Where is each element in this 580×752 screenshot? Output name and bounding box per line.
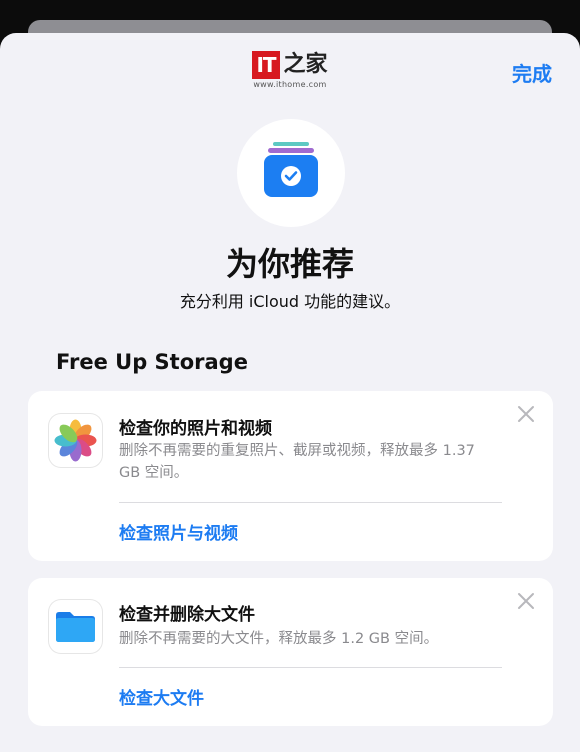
section-heading: Free Up Storage [56, 350, 248, 374]
ithome-watermark: IT 之家 www.ithome.com [0, 51, 580, 89]
icloud-recommendations-icon [237, 119, 345, 227]
ithome-logo-url: www.ithome.com [253, 80, 327, 89]
files-folder-icon [49, 600, 102, 653]
card-description: 删除不再需要的大文件，释放最多 1.2 GB 空间。 [119, 631, 439, 647]
card-title: 检查并删除大文件 [119, 605, 255, 625]
review-large-files-card: 检查并删除大文件 删除不再需要的大文件，释放最多 1.2 GB 空间。 检查大文… [28, 578, 553, 726]
dismiss-card-icon[interactable] [517, 405, 535, 423]
review-photos-card: 检查你的照片和视频 删除不再需要的重复照片、截屏或视频，释放最多 1.37 GB… [28, 391, 553, 561]
review-large-files-button[interactable]: 检查大文件 [119, 684, 204, 709]
ithome-logo-chinese: 之家 [283, 52, 328, 77]
card-divider [119, 667, 502, 668]
card-description: 删除不再需要的重复照片、截屏或视频，释放最多 1.37 GB 空间。 [119, 443, 475, 481]
ithome-logo-mark: IT [252, 51, 280, 79]
review-photos-button[interactable]: 检查照片与视频 [119, 519, 238, 544]
page-title: 为你推荐 [225, 245, 354, 283]
dismiss-card-icon[interactable] [517, 592, 535, 610]
done-button[interactable]: 完成 [512, 58, 552, 87]
page-subtitle: 充分利用 iCloud 功能的建议。 [179, 292, 401, 311]
photos-icon [49, 414, 102, 467]
recommendations-sheet: IT 之家 www.ithome.com 完成 为你推荐 充分利用 iCloud… [0, 33, 580, 752]
card-title: 检查你的照片和视频 [119, 419, 272, 439]
card-divider [119, 502, 502, 503]
